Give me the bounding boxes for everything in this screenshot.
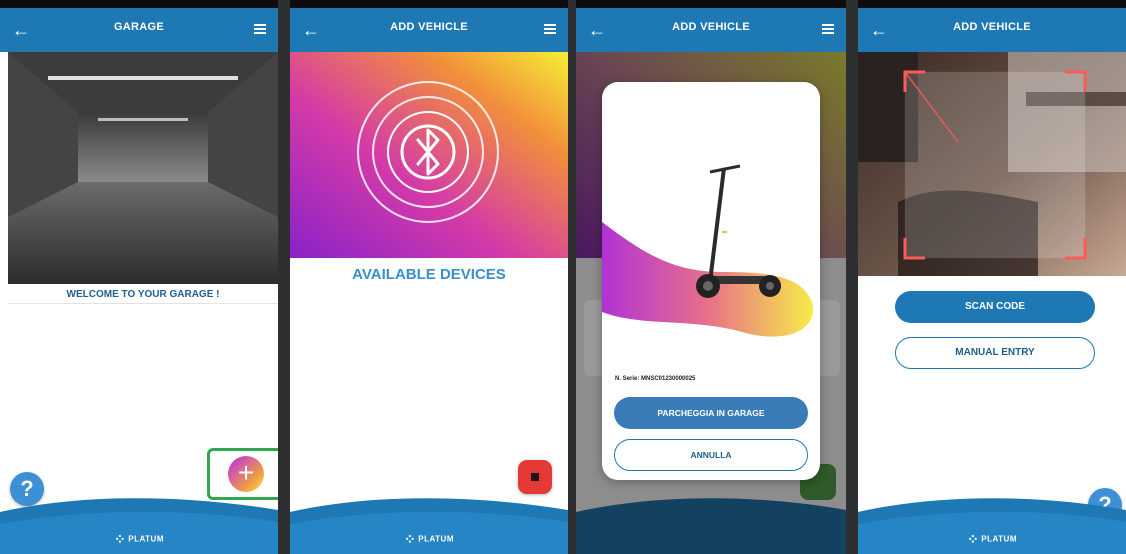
plus-icon: + [237, 457, 255, 488]
garage-screen: ← GARAGE WELCOME TO YOUR GARAGE ! + ? ⁘ … [0, 0, 278, 554]
status-strip [290, 0, 568, 8]
vehicle-confirm-screen: ← ADD VEHICLE N. Serie: MNSC01230000025 … [576, 0, 846, 554]
status-strip [0, 0, 278, 8]
serial-number-label: N. Serie: MNSC01230000025 [615, 376, 696, 382]
welcome-heading: WELCOME TO YOUR GARAGE ! [8, 289, 278, 304]
scan-code-button[interactable]: SCAN CODE [895, 291, 1095, 323]
brand-name: PLATUM [128, 534, 164, 544]
platum-logo-icon: ⁘ [404, 531, 417, 547]
hamburger-menu-icon[interactable] [822, 24, 834, 34]
available-devices-heading: AVAILABLE DEVICES [352, 266, 506, 283]
status-strip [576, 0, 846, 8]
garage-photo [8, 52, 278, 284]
back-arrow-icon[interactable]: ← [868, 19, 890, 41]
add-vehicle-topbar: ← ADD VEHICLE [858, 8, 1126, 52]
back-arrow-icon[interactable]: ← [586, 19, 608, 41]
platum-logo: ⁘ PLATUM [290, 531, 568, 548]
manual-entry-button[interactable]: MANUAL ENTRY [895, 337, 1095, 369]
footer-wave [576, 498, 846, 554]
platum-logo-icon: ⁘ [114, 531, 127, 547]
camera-viewfinder [858, 52, 1126, 276]
cancel-button[interactable]: ANNULLA [614, 439, 808, 471]
page-title: ADD VEHICLE [953, 21, 1031, 33]
bluetooth-banner [290, 52, 568, 258]
scan-screen: ← ADD VEHICLE SCAN CODE MANUAL ENTRY ? ⁘… [858, 0, 1126, 554]
platum-logo-icon: ⁘ [967, 531, 980, 547]
page-title: GARAGE [113, 21, 165, 33]
add-vehicle-topbar: ← ADD VEHICLE [290, 8, 568, 52]
hamburger-menu-icon[interactable] [544, 24, 556, 34]
brand-name: PLATUM [981, 534, 1017, 544]
stop-scan-button[interactable] [518, 460, 552, 494]
stop-icon [531, 473, 539, 481]
page-title: ADD VEHICLE [672, 21, 750, 33]
bluetooth-screen: ← ADD VEHICLE AVAILABLE DEVICES ⁘ PLATUM [290, 0, 568, 554]
garage-topbar: ← GARAGE [0, 8, 278, 52]
page-title: ADD VEHICLE [390, 21, 468, 33]
add-vehicle-button[interactable]: + [228, 456, 264, 492]
platum-logo: ⁘ PLATUM [858, 531, 1126, 548]
park-in-garage-button[interactable]: PARCHEGGIA IN GARAGE [614, 397, 808, 429]
back-arrow-icon[interactable]: ← [10, 19, 32, 41]
back-arrow-icon[interactable]: ← [300, 19, 322, 41]
vehicle-modal: N. Serie: MNSC01230000025 PARCHEGGIA IN … [602, 82, 820, 480]
brand-name: PLATUM [418, 534, 454, 544]
vehicle-image [602, 164, 814, 337]
status-strip [858, 0, 1126, 8]
add-vehicle-topbar: ← ADD VEHICLE [576, 8, 846, 52]
platum-logo: ⁘ PLATUM [0, 531, 278, 548]
hamburger-menu-icon[interactable] [254, 24, 266, 34]
